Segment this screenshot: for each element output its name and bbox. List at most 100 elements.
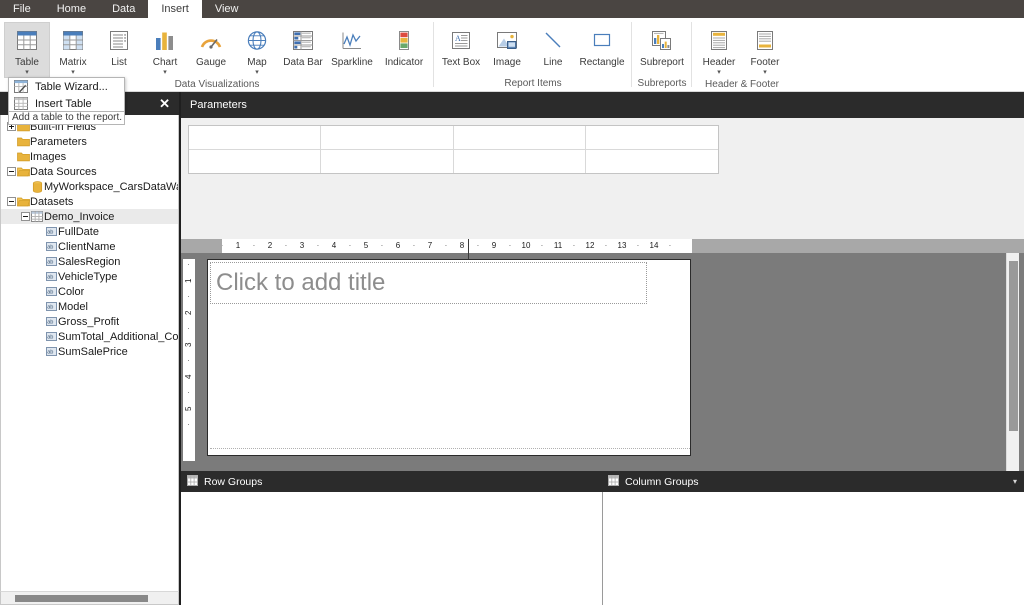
table-dropdown-menu[interactable]: Table Wizard...Insert Table xyxy=(8,77,125,113)
parameter-cell[interactable] xyxy=(321,126,453,150)
image-icon xyxy=(494,26,520,56)
field-icon: ab xyxy=(44,257,58,266)
subreport-button[interactable]: Subreport xyxy=(636,22,688,70)
tree-item-label: Gross_Profit xyxy=(58,316,119,328)
report-title-textbox[interactable]: Click to add title xyxy=(210,262,647,304)
chevron-down-icon[interactable]: ▾ xyxy=(25,69,29,76)
matrix-button[interactable]: Matrix▾ xyxy=(50,22,96,78)
ruler-tick: 6 xyxy=(392,239,404,253)
design-vscrollbar[interactable] xyxy=(1006,253,1019,471)
tree-item-myworkspace-carsdatawarehou[interactable]: MyWorkspace_CarsDataWarehou xyxy=(1,179,178,194)
tree-item-fulldate[interactable]: abFullDate xyxy=(1,224,178,239)
chevron-down-icon[interactable]: ▾ xyxy=(163,69,167,76)
tree-item-label: Parameters xyxy=(30,136,87,148)
collapse-icon[interactable] xyxy=(7,167,16,176)
ruler-tick: 4 xyxy=(183,371,195,383)
svg-text:ab: ab xyxy=(47,305,53,311)
tree-item-sumsaleprice[interactable]: abSumSalePrice xyxy=(1,344,178,359)
parameter-cell[interactable] xyxy=(586,126,718,150)
scrollbar-thumb[interactable] xyxy=(1009,261,1018,431)
parameters-pane: Parameters xyxy=(181,92,1024,239)
line-button[interactable]: Line xyxy=(530,22,576,70)
map-button[interactable]: Map▾ xyxy=(234,22,280,78)
tab-insert[interactable]: Insert xyxy=(148,0,202,18)
folder-open-icon xyxy=(16,196,30,207)
tree-item-model[interactable]: abModel xyxy=(1,299,178,314)
column-groups-icon xyxy=(608,475,619,489)
tree-item-datasets[interactable]: Datasets xyxy=(1,194,178,209)
ruler-tick: 14 xyxy=(648,239,660,253)
tab-view[interactable]: View xyxy=(202,0,252,18)
tab-data[interactable]: Data xyxy=(99,0,148,18)
report-data-hscrollbar[interactable] xyxy=(0,591,179,605)
menu-item-table-wizard[interactable]: Table Wizard... xyxy=(9,78,124,95)
parameter-cell[interactable] xyxy=(454,126,586,150)
report-page[interactable]: Click to add title xyxy=(207,259,691,456)
column-groups-header[interactable]: Column Groups xyxy=(608,475,699,489)
parameter-cell[interactable] xyxy=(189,126,321,150)
svg-text:ab: ab xyxy=(47,335,53,341)
footer-button[interactable]: Footer▾ xyxy=(742,22,788,78)
column-groups-list[interactable] xyxy=(603,492,1024,605)
scrollbar-thumb[interactable] xyxy=(15,595,148,602)
ruler-minor-tick: · xyxy=(344,239,356,253)
header-button[interactable]: Header▾ xyxy=(696,22,742,78)
design-canvas[interactable]: Click to add title xyxy=(207,259,1000,461)
report-data-tree[interactable]: Built-in FieldsParametersImagesData Sour… xyxy=(0,115,179,591)
close-icon[interactable]: ✕ xyxy=(159,97,170,110)
indicator-button[interactable]: Indicator xyxy=(378,22,430,70)
tree-item-parameters[interactable]: Parameters xyxy=(1,134,178,149)
tree-item-sumtotal-additional-costs[interactable]: abSumTotal_Additional_Costs xyxy=(1,329,178,344)
list-button[interactable]: List xyxy=(96,22,142,70)
title-placeholder-text: Click to add title xyxy=(211,269,385,297)
ruler-minor-tick: · xyxy=(600,239,612,253)
tree-item-gross-profit[interactable]: abGross_Profit xyxy=(1,314,178,329)
parameter-cell[interactable] xyxy=(321,150,453,174)
tree-item-color[interactable]: abColor xyxy=(1,284,178,299)
text-box-button[interactable]: AText Box xyxy=(438,22,484,70)
chart-button[interactable]: Chart▾ xyxy=(142,22,188,78)
horizontal-ruler: 1·2·3·4·5·6·7·8·9·10·11·12·13·14·· xyxy=(181,239,1024,253)
parameter-cell[interactable] xyxy=(454,150,586,174)
tab-home[interactable]: Home xyxy=(44,0,99,18)
field-icon: ab xyxy=(44,272,58,281)
field-icon: ab xyxy=(44,287,58,296)
chevron-down-icon[interactable]: ▾ xyxy=(717,69,721,76)
parameter-cell[interactable] xyxy=(586,150,718,174)
ruler-minor-tick: · xyxy=(504,239,516,253)
tree-item-salesregion[interactable]: abSalesRegion xyxy=(1,254,178,269)
sparkline-button[interactable]: Sparkline xyxy=(326,22,378,70)
collapse-icon[interactable] xyxy=(7,197,16,206)
footer-icon xyxy=(752,26,778,56)
table-button[interactable]: Table▾ xyxy=(4,22,50,78)
tree-item-vehicletype[interactable]: abVehicleType xyxy=(1,269,178,284)
button-label: Map xyxy=(247,57,266,68)
ruler-minor-tick: · xyxy=(376,239,388,253)
tree-item-data-sources[interactable]: Data Sources xyxy=(1,164,178,179)
collapse-icon[interactable] xyxy=(21,212,30,221)
tree-item-images[interactable]: Images xyxy=(1,149,178,164)
menu-item-insert-table[interactable]: Insert Table xyxy=(9,95,124,112)
data-bar-button[interactable]: Data Bar xyxy=(280,22,326,70)
row-groups-header[interactable]: Row Groups xyxy=(187,475,262,489)
gauge-button[interactable]: Gauge xyxy=(188,22,234,70)
chevron-down-icon[interactable]: ▾ xyxy=(763,69,767,76)
ribbon-group-items: AText BoxImageLineRectangle xyxy=(434,18,632,77)
chevron-down-icon[interactable]: ▾ xyxy=(255,69,259,76)
rectangle-button[interactable]: Rectangle xyxy=(576,22,628,70)
image-button[interactable]: Image xyxy=(484,22,530,70)
parameters-grid[interactable] xyxy=(188,125,719,174)
svg-text:ab: ab xyxy=(47,350,53,356)
parameter-cell[interactable] xyxy=(189,150,321,174)
ruler-minor-tick: · xyxy=(183,387,195,399)
ruler-minor-tick: · xyxy=(312,239,324,253)
chevron-down-icon[interactable]: ▾ xyxy=(1013,477,1017,486)
chevron-down-icon[interactable]: ▾ xyxy=(71,69,75,76)
tab-file[interactable]: File xyxy=(0,0,44,18)
ruler-minor-tick: · xyxy=(632,239,644,253)
row-groups-list[interactable] xyxy=(181,492,603,605)
dataset-icon xyxy=(30,211,44,222)
button-label: Matrix xyxy=(59,57,86,68)
tree-item-demo-invoice[interactable]: Demo_Invoice xyxy=(1,209,178,224)
tree-item-clientname[interactable]: abClientName xyxy=(1,239,178,254)
